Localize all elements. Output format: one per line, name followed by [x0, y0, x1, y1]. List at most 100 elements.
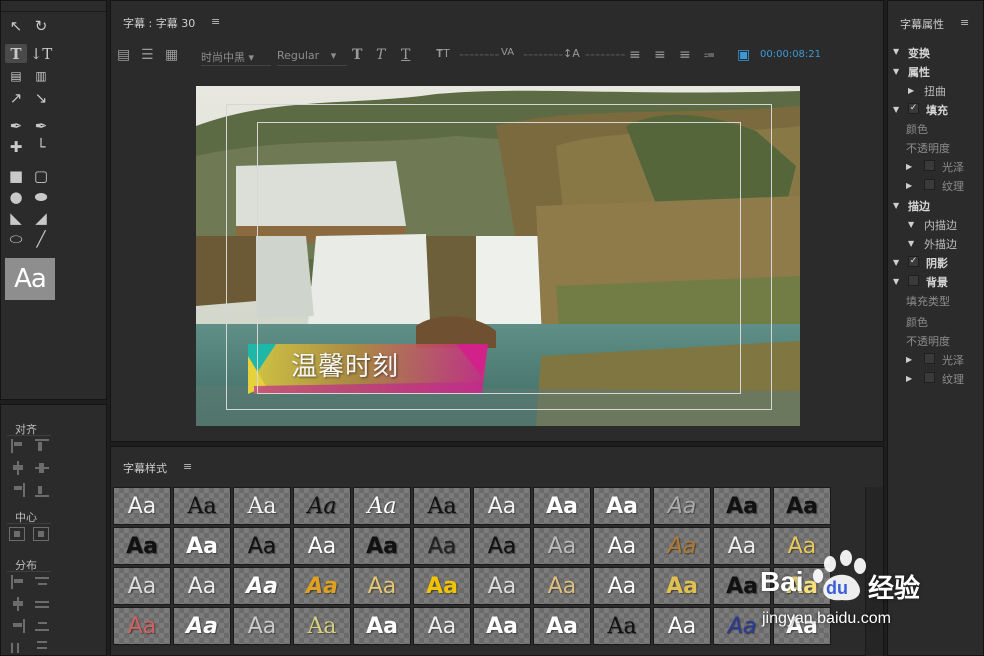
add-anchor-tool-icon[interactable]: ✚: [5, 137, 27, 156]
style-swatch[interactable]: Aa: [113, 487, 171, 525]
clipped-rectangle-tool-icon[interactable]: ●: [5, 187, 27, 206]
style-swatch[interactable]: Aa: [173, 487, 231, 525]
prop-properties[interactable]: 属性: [908, 64, 930, 80]
expand-outer-stroke-icon[interactable]: ▼: [908, 239, 914, 248]
prop-outer-stroke[interactable]: 外描边: [924, 236, 957, 252]
style-swatch[interactable]: Aa: [233, 607, 291, 645]
prop-transform[interactable]: 变换: [908, 45, 930, 61]
editor-panel-menu-icon[interactable]: ≡: [211, 15, 220, 28]
texture-checkbox[interactable]: [924, 179, 935, 190]
convert-anchor-tool-icon[interactable]: └: [30, 137, 52, 156]
tab-stops-icon[interactable]: ☰: [141, 47, 154, 63]
prop-distort[interactable]: 扭曲: [924, 83, 946, 99]
style-swatch[interactable]: Aa: [233, 567, 291, 605]
style-swatch[interactable]: Aa: [473, 607, 531, 645]
kerning-icon[interactable]: VA: [501, 47, 514, 58]
rectangle-tool-icon[interactable]: ■: [5, 166, 27, 185]
collapse-stroke-icon[interactable]: ▼: [893, 201, 899, 210]
style-swatch[interactable]: Aa: [293, 567, 351, 605]
style-swatch[interactable]: Aa: [353, 487, 411, 525]
vertical-type-tool-icon[interactable]: ↓T: [30, 44, 53, 63]
style-swatch[interactable]: Aa: [593, 567, 651, 605]
style-swatch[interactable]: Aa: [413, 487, 471, 525]
italic-icon[interactable]: T: [376, 47, 385, 63]
sync-playhead-icon[interactable]: ▣: [737, 47, 750, 63]
style-swatch[interactable]: Aa: [353, 607, 411, 645]
font-size-icon[interactable]: 𝐓T: [436, 47, 450, 61]
prop-shadow[interactable]: 阴影: [926, 255, 948, 271]
style-swatch[interactable]: Aa: [113, 527, 171, 565]
selection-tool-icon[interactable]: ↖: [5, 16, 27, 35]
background-checkbox[interactable]: [908, 275, 919, 286]
style-swatch[interactable]: Aa: [353, 567, 411, 605]
ellipse-tool-icon[interactable]: ⬭: [5, 229, 27, 248]
collapse-shadow-icon[interactable]: ▼: [893, 258, 899, 267]
font-style-select[interactable]: Regular ▾: [277, 49, 347, 66]
align-horizontal-center-icon[interactable]: [11, 461, 25, 475]
bg-sheen-checkbox[interactable]: [924, 353, 935, 364]
style-swatch[interactable]: Aa: [533, 567, 591, 605]
align-top-icon[interactable]: [35, 439, 49, 453]
distribute-left-icon[interactable]: [11, 575, 25, 589]
style-swatch[interactable]: Aa: [473, 527, 531, 565]
font-size-field[interactable]: --------: [459, 47, 499, 63]
type-tool-icon[interactable]: T: [5, 44, 27, 63]
collapse-fill-icon[interactable]: ▼: [893, 105, 899, 114]
vertical-area-type-tool-icon[interactable]: ▥: [30, 66, 52, 85]
style-swatch[interactable]: Aa: [653, 487, 711, 525]
expand-bg-texture-icon[interactable]: ▶: [906, 374, 912, 383]
roll-crawl-options-icon[interactable]: ▤: [117, 47, 130, 63]
collapse-properties-icon[interactable]: ▼: [893, 67, 899, 76]
style-swatch[interactable]: Aa: [173, 527, 231, 565]
style-swatch[interactable]: Aa: [713, 487, 771, 525]
line-tool-icon[interactable]: ╱: [30, 229, 52, 248]
shadow-checkbox[interactable]: ✓: [908, 256, 919, 267]
style-swatch[interactable]: Aa: [593, 487, 651, 525]
style-swatch[interactable]: Aa: [593, 607, 651, 645]
expand-bg-sheen-icon[interactable]: ▶: [906, 355, 912, 364]
style-swatch[interactable]: Aa: [773, 487, 831, 525]
styles-panel-menu-icon[interactable]: ≡: [183, 460, 192, 473]
leading-field[interactable]: --------: [585, 47, 625, 63]
rotation-tool-icon[interactable]: ↻: [30, 16, 52, 35]
rounded-corner-tool-icon[interactable]: ⬬: [30, 187, 52, 206]
underline-icon[interactable]: T: [401, 47, 410, 63]
style-swatch[interactable]: Aa: [533, 607, 591, 645]
style-swatch[interactable]: Aa: [413, 527, 471, 565]
style-swatch[interactable]: Aa: [473, 567, 531, 605]
timecode[interactable]: 00:00:08:21: [760, 49, 821, 60]
leading-icon[interactable]: ↕A: [563, 47, 580, 60]
align-center-text-icon[interactable]: ≡: [654, 47, 666, 63]
distribute-bottom-icon[interactable]: [35, 619, 49, 633]
align-left-icon[interactable]: [11, 439, 25, 453]
align-right-text-icon[interactable]: ≡: [679, 47, 691, 63]
center-vertical-icon[interactable]: [33, 527, 49, 541]
title-canvas[interactable]: 温馨时刻: [196, 86, 800, 426]
path-type-tool-icon[interactable]: ↗: [5, 88, 27, 107]
distribute-vertical-center-icon[interactable]: [35, 597, 49, 611]
rounded-rectangle-tool-icon[interactable]: ▢: [30, 166, 52, 185]
style-swatch[interactable]: Aa: [233, 487, 291, 525]
collapse-transform-icon[interactable]: ▼: [893, 47, 899, 56]
sheen-checkbox[interactable]: [924, 160, 935, 171]
style-swatch[interactable]: Aa: [533, 487, 591, 525]
properties-panel-menu-icon[interactable]: ≡: [960, 16, 969, 29]
collapse-background-icon[interactable]: ▼: [893, 277, 899, 286]
expand-inner-stroke-icon[interactable]: ▼: [908, 220, 914, 229]
vertical-path-type-tool-icon[interactable]: ↘: [30, 88, 52, 107]
align-vertical-center-icon[interactable]: [35, 461, 49, 475]
delete-anchor-tool-icon[interactable]: ✒: [30, 116, 52, 135]
area-type-tool-icon[interactable]: ▤: [5, 66, 27, 85]
style-swatch[interactable]: Aa: [653, 527, 711, 565]
prop-fill[interactable]: 填充: [926, 102, 948, 118]
prop-stroke[interactable]: 描边: [908, 198, 930, 214]
bold-icon[interactable]: T: [352, 47, 362, 63]
bg-texture-checkbox[interactable]: [924, 372, 935, 383]
align-left-text-icon[interactable]: ≡: [629, 47, 641, 63]
align-bottom-icon[interactable]: [35, 483, 49, 497]
distribute-horizontal-center-icon[interactable]: [11, 597, 25, 611]
font-family-select[interactable]: 时尚中黑 ▾: [201, 49, 271, 66]
style-swatch[interactable]: Aa: [293, 527, 351, 565]
distribute-right-icon[interactable]: [11, 619, 25, 633]
align-right-icon[interactable]: [11, 483, 25, 497]
